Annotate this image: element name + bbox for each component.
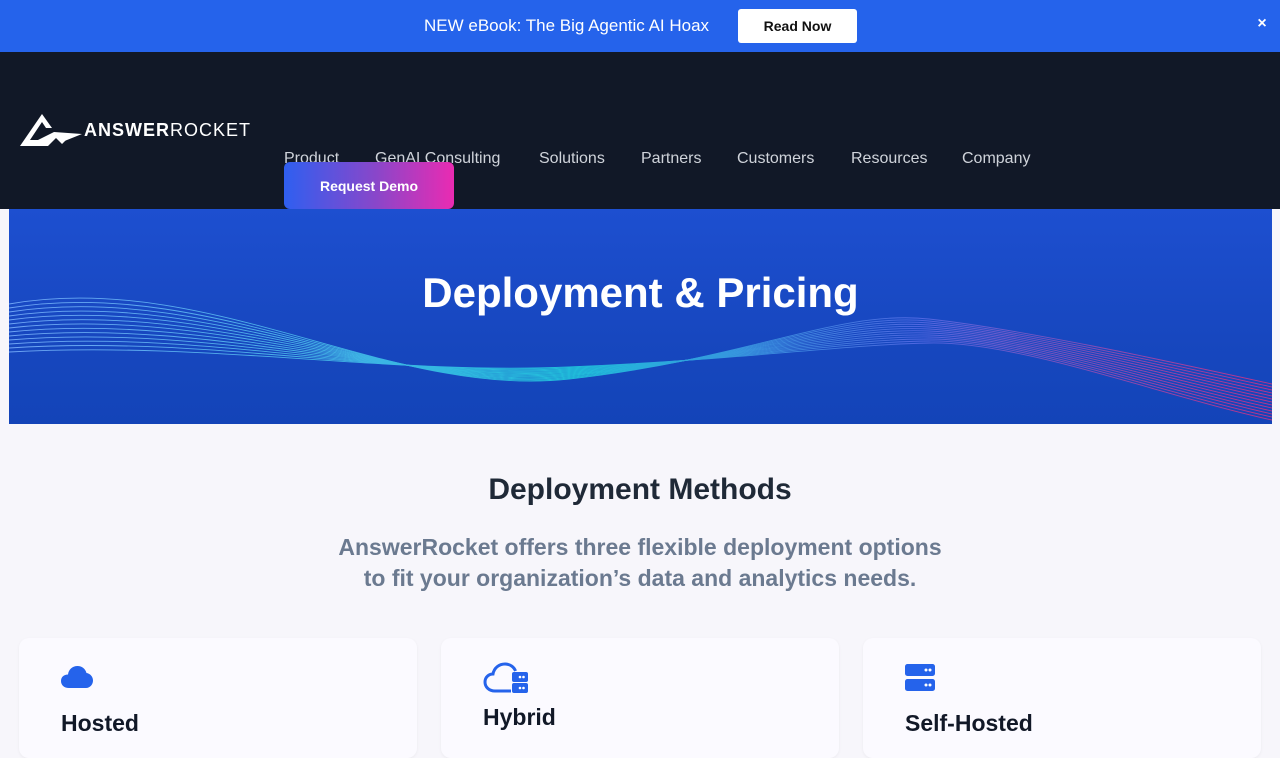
hero-banner: Deployment & Pricing xyxy=(9,209,1272,424)
card-title-self-hosted: Self-Hosted xyxy=(905,710,1033,736)
deployment-card-hosted: Hosted xyxy=(19,638,417,758)
nav-item-company[interactable]: Company xyxy=(962,149,1030,169)
answerrocket-logo[interactable]: ANSWERROCKET xyxy=(20,112,250,150)
nav-item-solutions[interactable]: Solutions xyxy=(539,149,605,169)
logo-wordmark: ANSWERROCKET xyxy=(84,120,252,140)
deployment-subtitle-line-2: to fit your organization’s data and anal… xyxy=(363,565,917,591)
deployment-card-hybrid: Hybrid xyxy=(441,638,839,758)
rocket-logo-icon xyxy=(20,114,82,146)
close-icon[interactable]: × xyxy=(1254,15,1270,33)
deployment-methods-heading: Deployment Methods xyxy=(488,473,792,506)
read-now-button[interactable]: Read Now xyxy=(738,9,857,43)
deployment-card-self-hosted: Self-Hosted xyxy=(863,638,1261,758)
announcement-bar: NEW eBook: The Big Agentic AI Hoax Read … xyxy=(0,0,1280,52)
deployment-subtitle-line-1: AnswerRocket offers three flexible deplo… xyxy=(338,534,942,560)
cloud-icon xyxy=(61,666,93,688)
announcement-text: NEW eBook: The Big Agentic AI Hoax xyxy=(424,16,710,35)
server-icon xyxy=(905,664,935,691)
deployment-subtitle: AnswerRocket offers three flexible deplo… xyxy=(290,532,990,594)
nav-item-partners[interactable]: Partners xyxy=(641,149,701,169)
nav-item-resources[interactable]: Resources xyxy=(851,149,927,169)
main-navigation: ANSWERROCKET Product GenAI Consulting So… xyxy=(0,52,1280,209)
card-title-hybrid: Hybrid xyxy=(483,704,556,730)
nav-item-customers[interactable]: Customers xyxy=(737,149,814,169)
card-title-hosted: Hosted xyxy=(61,710,139,736)
request-demo-button[interactable]: Request Demo xyxy=(284,162,454,209)
cloud-server-icon xyxy=(483,662,528,693)
hero-title: Deployment & Pricing xyxy=(422,269,859,316)
